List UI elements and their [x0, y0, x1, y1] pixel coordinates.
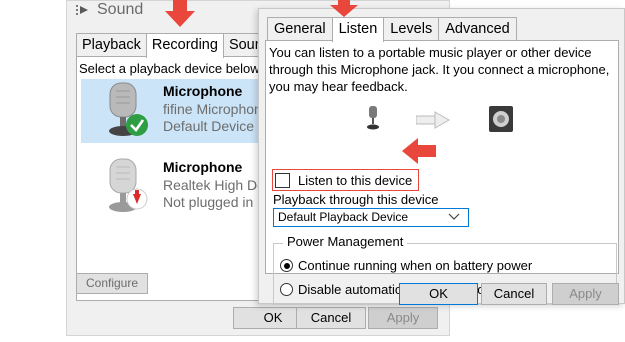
props-cancel-button[interactable]: Cancel [481, 283, 547, 305]
default-check-badge [126, 114, 148, 136]
listen-checkbox[interactable] [275, 172, 290, 188]
annotation-arrow-left-icon [402, 138, 436, 164]
radio-continue-running[interactable]: Continue running when on battery power [280, 258, 532, 273]
arrow-right-icon [416, 111, 450, 129]
radio-button[interactable] [280, 259, 293, 272]
listen-checkbox-label: Listen to this device [298, 172, 413, 188]
annotation-arrow-down-icon [165, 0, 195, 27]
properties-tabs: General Listen Levels Advanced [267, 17, 517, 42]
radio-button[interactable] [280, 283, 293, 296]
device-texts: Microphone Realtek High De Not plugged i… [163, 159, 265, 212]
tab-levels[interactable]: Levels [383, 17, 440, 41]
microphone-icon [109, 158, 148, 212]
device-name: Microphone [163, 159, 243, 175]
device-description: fifine Microphon [163, 100, 262, 117]
device-name: Microphone [163, 83, 243, 99]
device-texts: Microphone fifine Microphon Default Devi… [163, 83, 262, 136]
sound-title: Sound [97, 1, 144, 18]
microphone-icon [367, 106, 379, 130]
playback-device-label: Playback through this device [273, 192, 439, 207]
annotation-arrow-down-icon [330, 0, 358, 17]
props-apply-button[interactable]: Apply [552, 283, 619, 305]
chevron-down-icon [448, 213, 460, 220]
sound-title-bar: Sound [75, 1, 143, 19]
speaker-icon [489, 106, 513, 132]
device-status: Not plugged in [163, 194, 254, 210]
tab-general[interactable]: General [267, 17, 333, 41]
microphone-properties-dialog: General Listen Levels Advanced You can l… [258, 8, 625, 305]
sound-cancel-button[interactable]: Cancel [296, 307, 366, 329]
configure-button[interactable]: Configure [76, 273, 148, 294]
listen-description: You can listen to a portable music playe… [269, 45, 610, 94]
power-management-legend: Power Management [283, 234, 408, 249]
speaker-icon [76, 5, 88, 15]
tab-advanced[interactable]: Advanced [438, 17, 517, 41]
microphone-icon [109, 82, 148, 136]
playback-device-select[interactable]: Default Playback Device [273, 208, 469, 227]
props-ok-button[interactable]: OK [399, 283, 478, 305]
recording-hint: Select a playback device below to [79, 61, 275, 76]
listen-panel: You can listen to a portable music playe… [265, 40, 620, 305]
listen-to-device-option[interactable]: Listen to this device [272, 169, 420, 191]
tab-listen[interactable]: Listen [331, 17, 385, 42]
tab-playback[interactable]: Playback [76, 33, 147, 57]
sound-apply-button[interactable]: Apply [368, 307, 438, 329]
device-status: Default Device [163, 118, 255, 134]
playback-device-value: Default Playback Device [278, 210, 409, 224]
device-description: Realtek High De [163, 176, 265, 193]
tab-recording[interactable]: Recording [145, 33, 224, 58]
listen-graphic [266, 105, 620, 135]
sound-tabs: Playback Recording Sound [76, 33, 277, 58]
radio-label: Continue running when on battery power [298, 258, 533, 273]
